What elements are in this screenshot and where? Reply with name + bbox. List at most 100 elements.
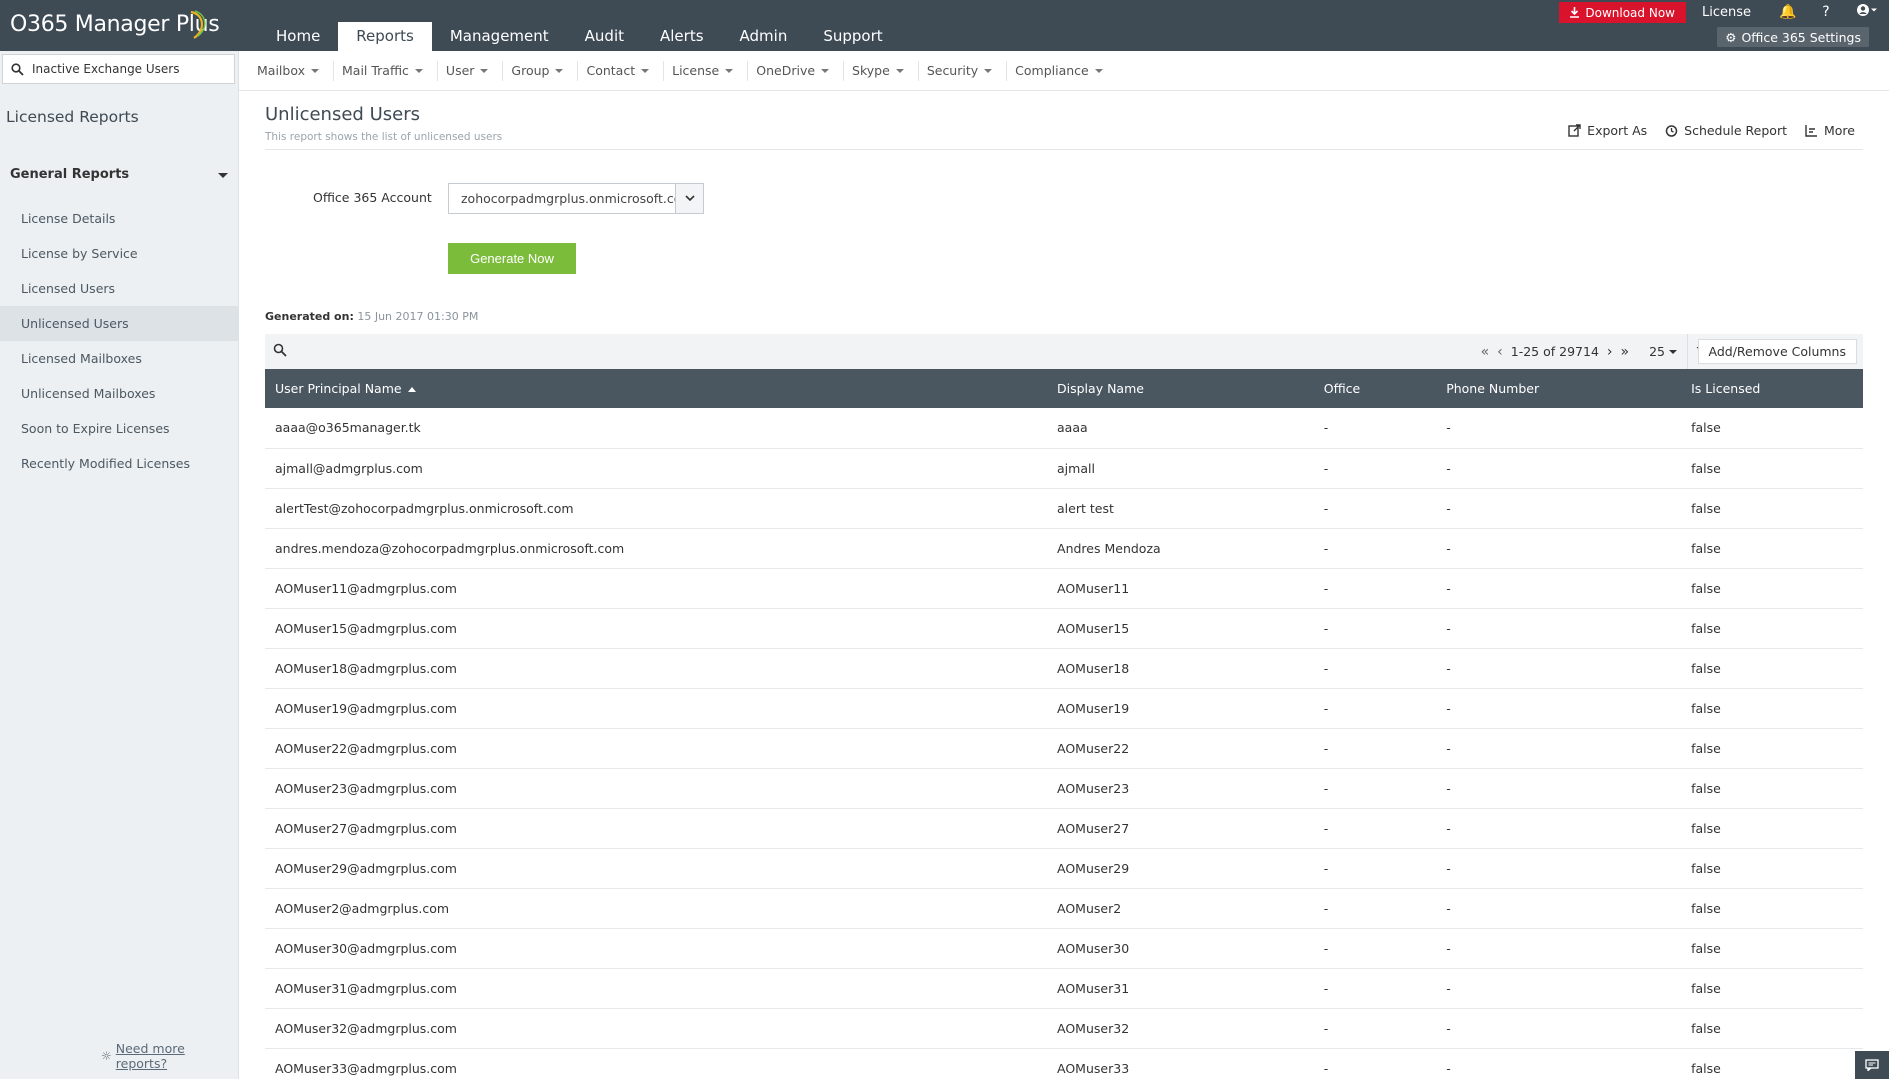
- nav-tab-management[interactable]: Management: [432, 22, 567, 51]
- table-row[interactable]: AOMuser11@admgrplus.com AOMuser11- - false: [265, 568, 1863, 609]
- table-row[interactable]: AOMuser30@admgrplus.com AOMuser30- - false: [265, 928, 1863, 969]
- subnav-user[interactable]: User: [438, 60, 504, 81]
- page-subtitle: This report shows the list of unlicensed…: [265, 131, 503, 143]
- page-actions: Export As Schedule Report More: [1568, 123, 1855, 138]
- sidebar-item-licensed-mailboxes[interactable]: Licensed Mailboxes: [0, 341, 238, 376]
- table-row[interactable]: AOMuser23@admgrplus.com AOMuser23- - false: [265, 768, 1863, 809]
- sidebar-item-unlicensed-mailboxes[interactable]: Unlicensed Mailboxes: [0, 376, 238, 411]
- sidebar-search[interactable]: [2, 54, 235, 84]
- sidebar-item-soon-to-expire-licenses[interactable]: Soon to Expire Licenses: [0, 411, 238, 446]
- previous-page-icon[interactable]: ‹: [1497, 344, 1503, 360]
- collapse-arrow-icon: [218, 173, 228, 178]
- table-cell-is-licensed: false: [1681, 408, 1863, 449]
- table-cell-office: -: [1313, 568, 1437, 609]
- schedule-report-button[interactable]: Schedule Report: [1665, 123, 1787, 138]
- table-row[interactable]: AOMuser22@admgrplus.com AOMuser22- - false: [265, 728, 1863, 769]
- table-row[interactable]: AOMuser18@admgrplus.com AOMuser18- - false: [265, 648, 1863, 689]
- chat-icon[interactable]: [1855, 1051, 1889, 1079]
- table-cell-user-principal-name: AOMuser23@admgrplus.com: [265, 768, 1048, 809]
- column-header-is-licensed[interactable]: Is Licensed: [1681, 369, 1863, 408]
- table-row[interactable]: AOMuser31@admgrplus.com AOMuser31- - false: [265, 968, 1863, 1009]
- chevron-down-icon[interactable]: [675, 184, 703, 213]
- generate-now-button[interactable]: Generate Now: [448, 243, 576, 274]
- report-table: User Principal Name Display Name Office Pho…: [265, 369, 1863, 1079]
- export-as-label: Export As: [1587, 123, 1648, 138]
- column-header-display-name[interactable]: Display Name: [1047, 369, 1314, 408]
- subnav-label: OneDrive: [756, 63, 816, 78]
- subnav-onedrive[interactable]: OneDrive: [748, 60, 845, 81]
- next-page-icon[interactable]: ›: [1607, 344, 1613, 360]
- column-header-user-principal-name[interactable]: User Principal Name: [265, 369, 1048, 408]
- subnav-mail-traffic[interactable]: Mail Traffic: [334, 60, 438, 81]
- sidebar-group-general-reports[interactable]: General Reports: [10, 167, 228, 182]
- table-row[interactable]: AOMuser15@admgrplus.com AOMuser15- - false: [265, 608, 1863, 649]
- table-row[interactable]: AOMuser19@admgrplus.com AOMuser19- - false: [265, 688, 1863, 729]
- nav-tab-admin[interactable]: Admin: [722, 22, 806, 51]
- table-cell-phone-number: -: [1436, 408, 1682, 449]
- add-remove-columns-button[interactable]: Add/Remove Columns: [1697, 339, 1857, 364]
- sort-ascending-icon[interactable]: [407, 387, 416, 392]
- sidebar-search-input[interactable]: [32, 62, 222, 76]
- table-row[interactable]: ajmall@admgrplus.com ajmall - - false: [265, 448, 1863, 489]
- column-header-office[interactable]: Office: [1313, 369, 1437, 408]
- subnav-mailbox[interactable]: Mailbox: [249, 60, 334, 81]
- table-cell-is-licensed: false: [1681, 968, 1863, 1009]
- subnav-license[interactable]: License: [664, 60, 749, 81]
- need-more-reports[interactable]: ☼ Need more reports?: [101, 1041, 238, 1071]
- table-cell-display-name: Andres Mendoza: [1047, 528, 1314, 569]
- table-row[interactable]: AOMuser27@admgrplus.com AOMuser27- - false: [265, 808, 1863, 849]
- table-cell-office: -: [1313, 848, 1437, 889]
- sidebar-item-license-by-service[interactable]: License by Service: [0, 236, 238, 271]
- nav-tab-home[interactable]: Home: [258, 22, 338, 51]
- download-now-button[interactable]: Download Now: [1559, 2, 1686, 23]
- office365-account-select[interactable]: zohocorpadmgrplus.onmicrosoft.com: [448, 183, 704, 214]
- office365-settings-label: Office 365 Settings: [1741, 29, 1861, 45]
- need-more-reports-link[interactable]: Need more reports?: [116, 1041, 238, 1071]
- subnav-skype[interactable]: Skype: [844, 60, 919, 81]
- table-search-icon[interactable]: [273, 343, 287, 360]
- sidebar-item-license-details[interactable]: License Details: [0, 201, 238, 236]
- subnav-label: License: [672, 63, 720, 78]
- nav-tab-reports[interactable]: Reports: [338, 22, 432, 51]
- subnav-label: Contact: [586, 63, 636, 78]
- more-button[interactable]: More: [1805, 123, 1855, 138]
- page-size-select[interactable]: 25: [1649, 344, 1677, 359]
- subnav-security[interactable]: Security: [919, 60, 1008, 81]
- main-nav: Home Reports Management Audit Alerts Admin Sup…: [258, 22, 901, 51]
- table-row[interactable]: AOMuser2@admgrplus.com AOMuser2- - false: [265, 888, 1863, 929]
- table-row[interactable]: andres.mendoza@zohocorpadmgrplus.onmicro…: [265, 528, 1863, 569]
- license-link[interactable]: License: [1702, 5, 1751, 20]
- table-row[interactable]: AOMuser29@admgrplus.com AOMuser29- - false: [265, 848, 1863, 889]
- help-icon[interactable]: ?: [1807, 4, 1845, 20]
- column-header-phone-number[interactable]: Phone Number: [1436, 369, 1682, 408]
- table-row[interactable]: alertTest@zohocorpadmgrplus.onmicrosoft.…: [265, 488, 1863, 529]
- table-cell-is-licensed: false: [1681, 1008, 1863, 1049]
- table-cell-user-principal-name: AOMuser2@admgrplus.com: [265, 888, 1048, 929]
- user-account-icon[interactable]: [1845, 3, 1889, 21]
- sidebar-item-unlicensed-users[interactable]: Unlicensed Users: [0, 306, 238, 341]
- subnav-contact[interactable]: Contact: [578, 60, 665, 81]
- nav-tab-alerts[interactable]: Alerts: [642, 22, 722, 51]
- subnav-compliance[interactable]: Compliance: [1007, 61, 1117, 81]
- nav-tab-support[interactable]: Support: [805, 22, 900, 51]
- table-row[interactable]: AOMuser33@admgrplus.com AOMuser33- - false: [265, 1048, 1863, 1079]
- sidebar-item-licensed-users[interactable]: Licensed Users: [0, 271, 238, 306]
- office365-settings-button[interactable]: ⚙ Office 365 Settings: [1717, 27, 1869, 47]
- table-row[interactable]: aaaa@o365manager.tk aaaa - - false: [265, 408, 1863, 449]
- gear-icon: ⚙: [1725, 29, 1737, 45]
- notification-bell-icon[interactable]: 🔔: [1769, 4, 1807, 20]
- first-page-icon[interactable]: «: [1481, 344, 1490, 360]
- table-cell-display-name: AOMuser23: [1047, 768, 1314, 809]
- sidebar-item-recently-modified-licenses[interactable]: Recently Modified Licenses: [0, 446, 238, 481]
- table-cell-phone-number: -: [1436, 488, 1682, 529]
- export-as-button[interactable]: Export As: [1568, 123, 1647, 138]
- table-cell-office: -: [1313, 488, 1437, 529]
- subnav-group[interactable]: Group: [503, 60, 579, 81]
- table-toolbar: « ‹ 1-25 of 29714 › » 25 Add/Remove Colu…: [265, 334, 1863, 369]
- table-cell-user-principal-name: aaaa@o365manager.tk: [265, 408, 1048, 449]
- table-row[interactable]: AOMuser32@admgrplus.com AOMuser32- - false: [265, 1008, 1863, 1049]
- nav-tab-audit[interactable]: Audit: [567, 22, 642, 51]
- generated-on-label: Generated on:: [265, 310, 354, 323]
- last-page-icon[interactable]: »: [1621, 344, 1630, 360]
- table-cell-display-name: AOMuser30: [1047, 928, 1314, 969]
